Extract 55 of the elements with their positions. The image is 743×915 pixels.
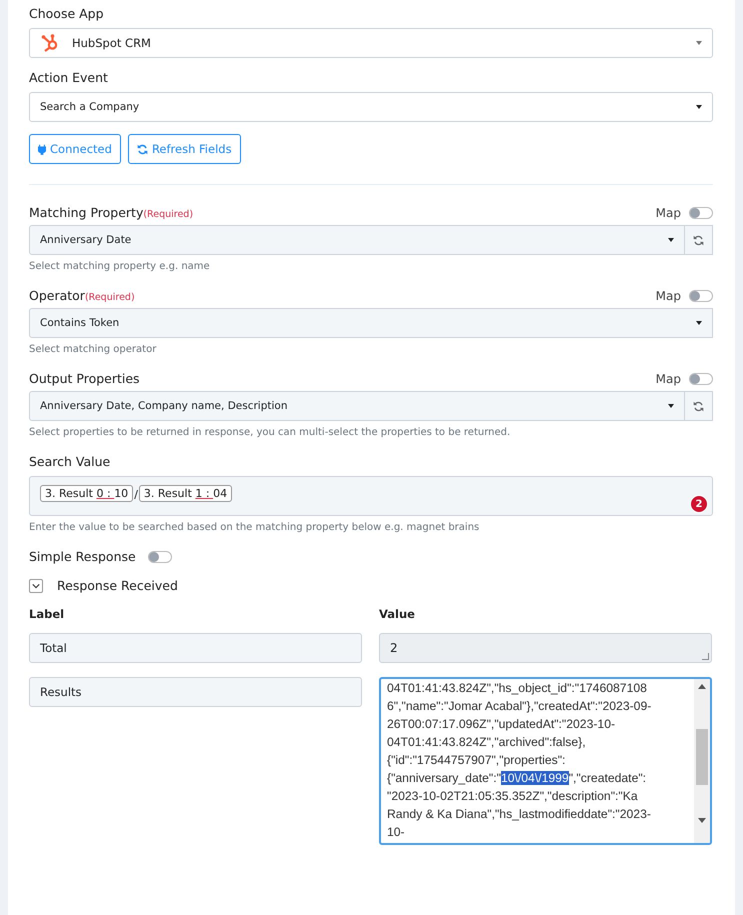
refresh-icon xyxy=(693,400,704,412)
select-value: Anniversary Date xyxy=(40,234,132,246)
simple-response-toggle[interactable] xyxy=(148,550,172,562)
select-value: Anniversary Date, Company name, Description xyxy=(40,400,288,412)
search-value-field[interactable]: 3. Result 0 : 10 / 3. Result 1 : 04 2 xyxy=(29,476,713,516)
field-hint: Select properties to be returned in response, you can multi-select the properties to be returned. xyxy=(29,427,512,438)
map-label: Map xyxy=(656,372,681,386)
action-select[interactable]: Search a Company xyxy=(29,92,713,122)
caret-icon xyxy=(696,41,702,45)
expand-toggle[interactable] xyxy=(29,578,43,592)
caret-icon xyxy=(668,404,674,408)
refresh-icon xyxy=(693,234,704,246)
field-label: Operator(Required) xyxy=(29,288,135,303)
field-label: Action Event xyxy=(29,70,109,85)
map-toggle[interactable] xyxy=(689,290,713,302)
caret-icon xyxy=(696,321,702,325)
field-hint: Enter the value to be searched based on the matching property below e.g. magnet brains xyxy=(29,522,480,533)
hub-logo-icon xyxy=(40,33,60,53)
refresh-button[interactable] xyxy=(685,225,713,255)
field-hint: Select matching property e.g. name xyxy=(29,261,211,272)
map-label: Map xyxy=(656,289,681,303)
refresh-button[interactable] xyxy=(685,391,713,421)
field-hint: Select matching operator xyxy=(29,344,158,355)
chevron-icon xyxy=(32,582,40,590)
column-header: Value xyxy=(379,607,416,621)
value-field[interactable]: 2 xyxy=(379,633,712,663)
label-cell: Total xyxy=(29,633,362,663)
json-textarea[interactable]: 04T01:41:43.824Z","hs_object_id":"1746087108 6","name":"Jomar Acabal"},"createdAt":"2023-09- 26T00:07:17.096Z","updatedAt":"2023-10- 04T01:41:43.824Z","archived":false}, {"id":"17544757907","properties": {"anniversary_date":"10\/04\/1999","createdate": "2023-10-02T21:05:35.352Z","description":"Ka Randy & Ka Diana","hs_lastmodifieddate":"2023- 10- xyxy=(379,677,712,845)
separator: / xyxy=(134,488,138,501)
map-label: Map xyxy=(656,206,681,220)
column-header: Label xyxy=(29,607,66,621)
property-select[interactable]: Anniversary Date, Company name, Description xyxy=(29,391,685,421)
field-label: Choose App xyxy=(29,6,105,21)
property-select[interactable]: Anniversary Date xyxy=(29,225,685,255)
select-value: HubSpot CRM xyxy=(72,36,152,50)
app-select[interactable]: HubSpot CRM xyxy=(29,28,713,58)
field-label: Matching Property(Required) xyxy=(29,205,194,220)
field-label: Output Properties xyxy=(29,371,140,386)
field-label: Search Value xyxy=(29,454,112,469)
refresh-icon xyxy=(136,144,148,154)
scrollbar[interactable] xyxy=(694,679,710,843)
plug-icon xyxy=(38,144,46,154)
label-cell: Results xyxy=(29,677,362,707)
property-select[interactable]: Contains Token xyxy=(29,308,713,338)
token-chip[interactable]: 3. Result 0 : 10 xyxy=(40,485,134,502)
simple-response-label: Simple Response xyxy=(29,549,136,564)
map-toggle[interactable] xyxy=(689,207,713,219)
caret-icon xyxy=(696,105,702,109)
token-chip[interactable]: 3. Result 1 : 04 xyxy=(138,485,232,502)
count-badge: 2 xyxy=(690,495,708,513)
caret-icon xyxy=(668,238,674,242)
response-received-label: Response Received xyxy=(57,578,178,593)
select-value: Search a Company xyxy=(40,101,140,113)
select-value: Contains Token xyxy=(40,317,120,329)
map-toggle[interactable] xyxy=(689,373,713,385)
